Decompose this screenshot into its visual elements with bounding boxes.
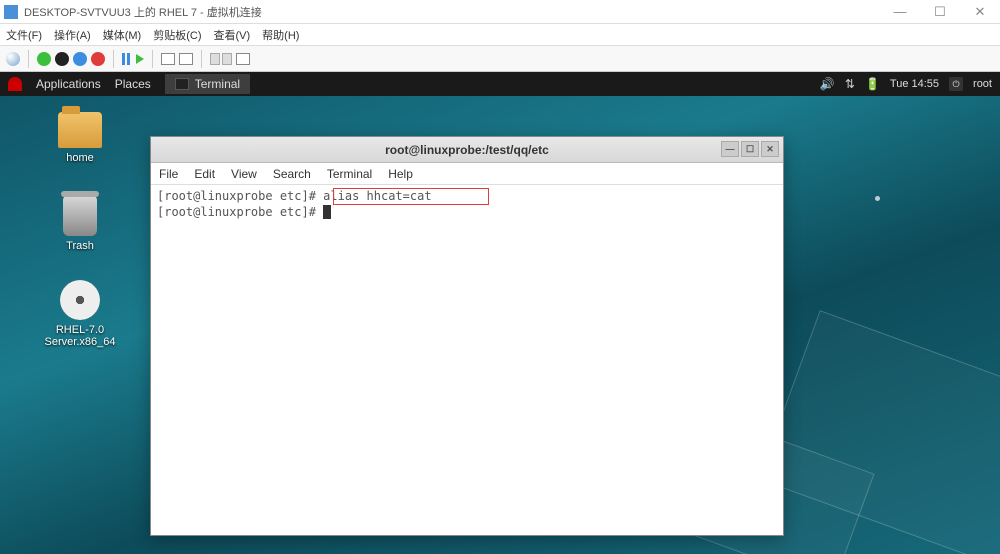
checkpoint-button[interactable]	[161, 53, 175, 65]
term-menu-search[interactable]: Search	[273, 167, 311, 181]
start-button[interactable]	[37, 52, 51, 66]
cursor-icon	[323, 205, 331, 219]
taskbar-terminal[interactable]: Terminal	[165, 74, 250, 94]
menu-file[interactable]: 文件(F)	[6, 27, 42, 43]
vm-menubar: 文件(F) 操作(A) 媒体(M) 剪贴板(C) 查看(V) 帮助(H)	[0, 24, 1000, 46]
desktop-icon-label: home	[40, 152, 120, 164]
term-minimize-button[interactable]: —	[721, 141, 739, 157]
ctrl-alt-del-button[interactable]	[6, 52, 20, 66]
power-icon[interactable]: ⏻	[949, 77, 963, 91]
desktop-icon-label: Trash	[40, 240, 120, 252]
desktop-icon-label: RHEL-7.0 Server.x86_64	[40, 324, 120, 348]
term-menu-edit[interactable]: Edit	[194, 167, 215, 181]
vm-toolbar	[0, 46, 1000, 72]
term-command: alias hhcat=cat	[323, 189, 431, 203]
disc-icon	[60, 280, 100, 320]
term-prompt: [root@linuxprobe etc]#	[157, 205, 323, 219]
term-menu-file[interactable]: File	[159, 167, 178, 181]
save-button[interactable]	[91, 52, 105, 66]
pause-button[interactable]	[122, 53, 132, 65]
terminal-menubar: File Edit View Search Terminal Help	[151, 163, 783, 185]
taskbar-label: Terminal	[195, 77, 240, 91]
menu-view[interactable]: 查看(V)	[214, 27, 251, 43]
shutdown-button[interactable]	[73, 52, 87, 66]
share-button[interactable]	[236, 53, 250, 65]
desktop-wallpaper: home Trash RHEL-7.0 Server.x86_64 root@l…	[0, 96, 1000, 554]
menu-action[interactable]: 操作(A)	[54, 27, 91, 43]
clock[interactable]: Tue 14:55	[890, 78, 939, 90]
desktop-home-icon[interactable]: home	[40, 112, 120, 164]
gnome-topbar: Applications Places Terminal 🔊 ⇅ 🔋 Tue 1…	[0, 72, 1000, 96]
terminal-task-icon	[175, 78, 189, 90]
menu-media[interactable]: 媒体(M)	[103, 27, 142, 43]
revert-button[interactable]	[179, 53, 193, 65]
reset-button[interactable]	[136, 54, 144, 64]
terminal-body[interactable]: [root@linuxprobe etc]# alias hhcat=cat […	[151, 185, 783, 535]
applications-menu[interactable]: Applications	[36, 77, 101, 91]
turnoff-button[interactable]	[55, 52, 69, 66]
network-icon[interactable]: ⇅	[845, 77, 855, 91]
user-label[interactable]: root	[973, 78, 992, 90]
minimize-button[interactable]: —	[880, 0, 920, 24]
volume-icon[interactable]: 🔊	[820, 77, 835, 91]
menu-help[interactable]: 帮助(H)	[262, 27, 299, 43]
close-button[interactable]: ✕	[960, 0, 1000, 24]
term-close-button[interactable]: ✕	[761, 141, 779, 157]
menu-clipboard[interactable]: 剪贴板(C)	[153, 27, 201, 43]
term-menu-help[interactable]: Help	[388, 167, 413, 181]
term-prompt: [root@linuxprobe etc]#	[157, 189, 323, 203]
vm-window-titlebar: DESKTOP-SVTVUU3 上的 RHEL 7 - 虚拟机连接 — ☐ ✕	[0, 0, 1000, 24]
folder-icon	[58, 112, 102, 148]
redhat-icon[interactable]	[8, 77, 22, 91]
vm-app-icon	[4, 5, 18, 19]
vm-window-title: DESKTOP-SVTVUU3 上的 RHEL 7 - 虚拟机连接	[24, 4, 262, 20]
term-maximize-button[interactable]: ☐	[741, 141, 759, 157]
enhanced-button[interactable]	[210, 53, 232, 65]
terminal-window[interactable]: root@linuxprobe:/test/qq/etc — ☐ ✕ File …	[150, 136, 784, 536]
term-menu-terminal[interactable]: Terminal	[327, 167, 372, 181]
term-menu-view[interactable]: View	[231, 167, 257, 181]
places-menu[interactable]: Places	[115, 77, 151, 91]
desktop-disc-icon[interactable]: RHEL-7.0 Server.x86_64	[40, 280, 120, 348]
vm-display: Applications Places Terminal 🔊 ⇅ 🔋 Tue 1…	[0, 72, 1000, 554]
terminal-titlebar[interactable]: root@linuxprobe:/test/qq/etc — ☐ ✕	[151, 137, 783, 163]
trash-icon	[63, 196, 97, 236]
maximize-button[interactable]: ☐	[920, 0, 960, 24]
battery-icon[interactable]: 🔋	[865, 77, 880, 91]
desktop-trash-icon[interactable]: Trash	[40, 196, 120, 252]
terminal-title: root@linuxprobe:/test/qq/etc	[385, 143, 549, 157]
